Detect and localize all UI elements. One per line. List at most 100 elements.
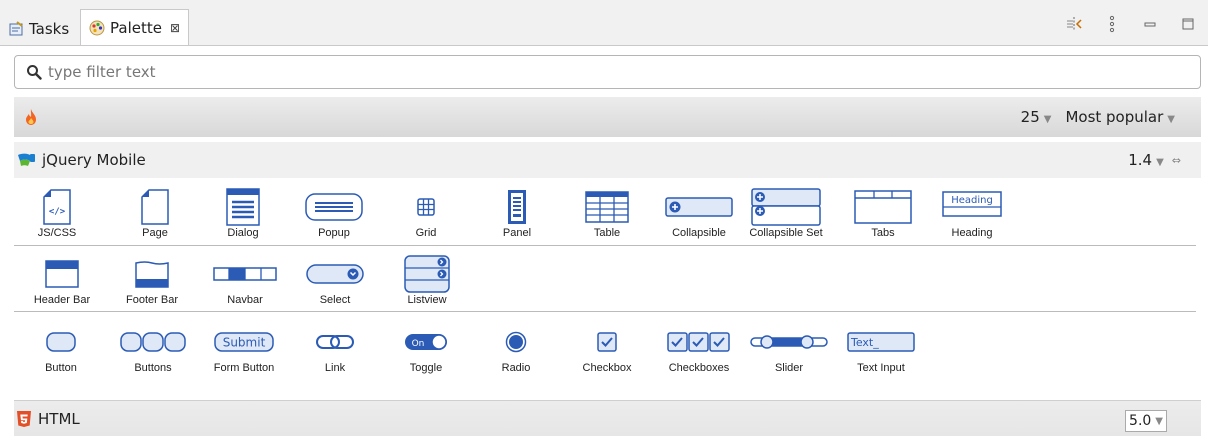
palette-item-buttons[interactable]: Buttons [108,318,198,378]
item-label: JS/CSS [37,227,77,239]
collapse-all-icon[interactable] [1064,14,1084,34]
js-code-glyph: </> [49,207,66,217]
heading-glyph: Heading [951,195,993,206]
palette-item-heading[interactable]: Heading Heading [927,183,1017,243]
palette-item-select[interactable]: Select [290,250,380,310]
item-label: Listview [407,294,447,306]
palette-item-navbar[interactable]: Navbar [200,250,290,310]
submit-glyph: Submit [223,336,266,350]
flame-icon [24,108,38,126]
close-icon[interactable]: ⊠ [170,21,180,35]
page-icon [110,188,200,226]
palette-item-collapsible-set[interactable]: Collapsible Set [741,183,831,243]
link-icon [290,323,380,361]
minimize-icon[interactable] [1140,14,1160,34]
palette-item-listview[interactable]: Listview [382,250,472,310]
checkboxes-icon [654,323,744,361]
heading-icon: Heading [927,185,1017,223]
tabs-icon [838,188,928,226]
section-html[interactable]: HTML 5.0 ▼ [14,400,1201,436]
palette-item-radio[interactable]: Radio [471,318,561,378]
js-css-icon: </> [12,188,102,226]
listview-icon [382,255,472,293]
palette-item-checkboxes[interactable]: Checkboxes [654,318,744,378]
expand-collapse-icon[interactable]: ⇔ [1172,154,1181,167]
popular-controls: 25 ▼ Most popular ▼ [1021,108,1175,126]
palette-item-grid[interactable]: Grid [381,183,471,243]
popup-icon [289,188,379,226]
view-toolbar [1064,14,1198,34]
text-glyph: Text_ [850,336,879,349]
checkbox-icon [562,323,652,361]
most-popular-bar: 25 ▼ Most popular ▼ [14,97,1201,137]
dialog-icon [198,188,288,226]
section-jquery-mobile[interactable]: jQuery Mobile 1.4 ▼ ⇔ [14,142,1201,178]
row-divider [14,311,1196,312]
text-input-icon: Text_ [836,323,926,361]
palette-item-popup[interactable]: Popup [289,183,379,243]
maximize-icon[interactable] [1178,14,1198,34]
palette-item-checkbox[interactable]: Checkbox [562,318,652,378]
form-button-icon: Submit [199,323,289,361]
palette-item-js-css[interactable]: </> JS/CSS [12,183,102,243]
popular-sort-select[interactable]: Most popular ▼ [1065,108,1175,126]
palette-item-dialog[interactable]: Dialog [198,183,288,243]
select-icon [290,255,380,293]
palette-item-footer-bar[interactable]: Footer Bar [107,250,197,310]
collapsible-set-icon [741,188,831,226]
tab-palette[interactable]: Palette ⊠ [80,9,190,46]
filter-field[interactable] [14,55,1201,89]
palette-item-page[interactable]: Page [110,183,200,243]
palette-item-toggle[interactable]: On Toggle [381,318,471,378]
popular-count: 25 [1020,108,1040,126]
table-icon [562,188,652,226]
chevron-down-icon: ▼ [1043,114,1052,125]
panel-icon [472,188,562,226]
navbar-icon [200,255,290,293]
filter-input[interactable] [48,63,1148,81]
palette-row-structure: </> JS/CSS Page Dialog Popup Grid Panel [14,183,1196,247]
jqm-version-select[interactable]: 1.4 ▼ [1128,151,1164,169]
row-divider [14,245,1196,246]
search-icon [26,64,42,80]
palette-item-text-input[interactable]: Text_ Text Input [836,318,926,378]
slider-icon [744,323,834,361]
html-version-select[interactable]: 5.0 ▼ [1125,410,1167,432]
palette-item-slider[interactable]: Slider [744,318,834,378]
section-title: HTML [38,409,80,428]
tab-palette-label: Palette [110,19,162,37]
palette-item-header-bar[interactable]: Header Bar [17,250,107,310]
button-icon [16,323,106,361]
palette-row-toolbars: Header Bar Footer Bar Navbar Select List… [14,250,1196,314]
palette-item-tabs[interactable]: Tabs [838,183,928,243]
footer-bar-icon [107,255,197,293]
popular-sort: Most popular [1065,108,1164,126]
tab-bar-divider [0,45,1208,46]
toggle-icon: On [381,323,471,361]
palette-row-form-controls: Button Buttons Submit Form Button Link O… [14,318,1196,382]
palette-item-form-button[interactable]: Submit Form Button [199,318,289,378]
item-label: Heading [951,227,993,239]
palette-icon [89,20,105,36]
palette-item-panel[interactable]: Panel [472,183,562,243]
tasks-icon [8,21,24,37]
chevron-down-icon: ▼ [1156,157,1164,168]
radio-icon [471,323,561,361]
buttons-icon [108,323,198,361]
grid-icon [381,188,471,226]
jqm-version-controls: 1.4 ▼ ⇔ [1128,151,1181,169]
palette-item-table[interactable]: Table [562,183,652,243]
palette-item-button[interactable]: Button [16,318,106,378]
header-bar-icon [17,255,107,293]
item-label: Text Input [857,362,905,374]
palette-item-link[interactable]: Link [290,318,380,378]
tab-tasks[interactable]: Tasks [8,11,69,47]
section-title: jQuery Mobile [42,151,146,169]
view-menu-icon[interactable] [1102,14,1122,34]
collapsible-icon [654,188,744,226]
popular-count-select[interactable]: 25 ▼ [1021,108,1052,126]
jqm-version: 1.4 [1128,151,1153,169]
chevron-down-icon: ▼ [1155,415,1163,427]
tab-tasks-label: Tasks [29,20,70,38]
jquery-mobile-icon [16,152,36,168]
